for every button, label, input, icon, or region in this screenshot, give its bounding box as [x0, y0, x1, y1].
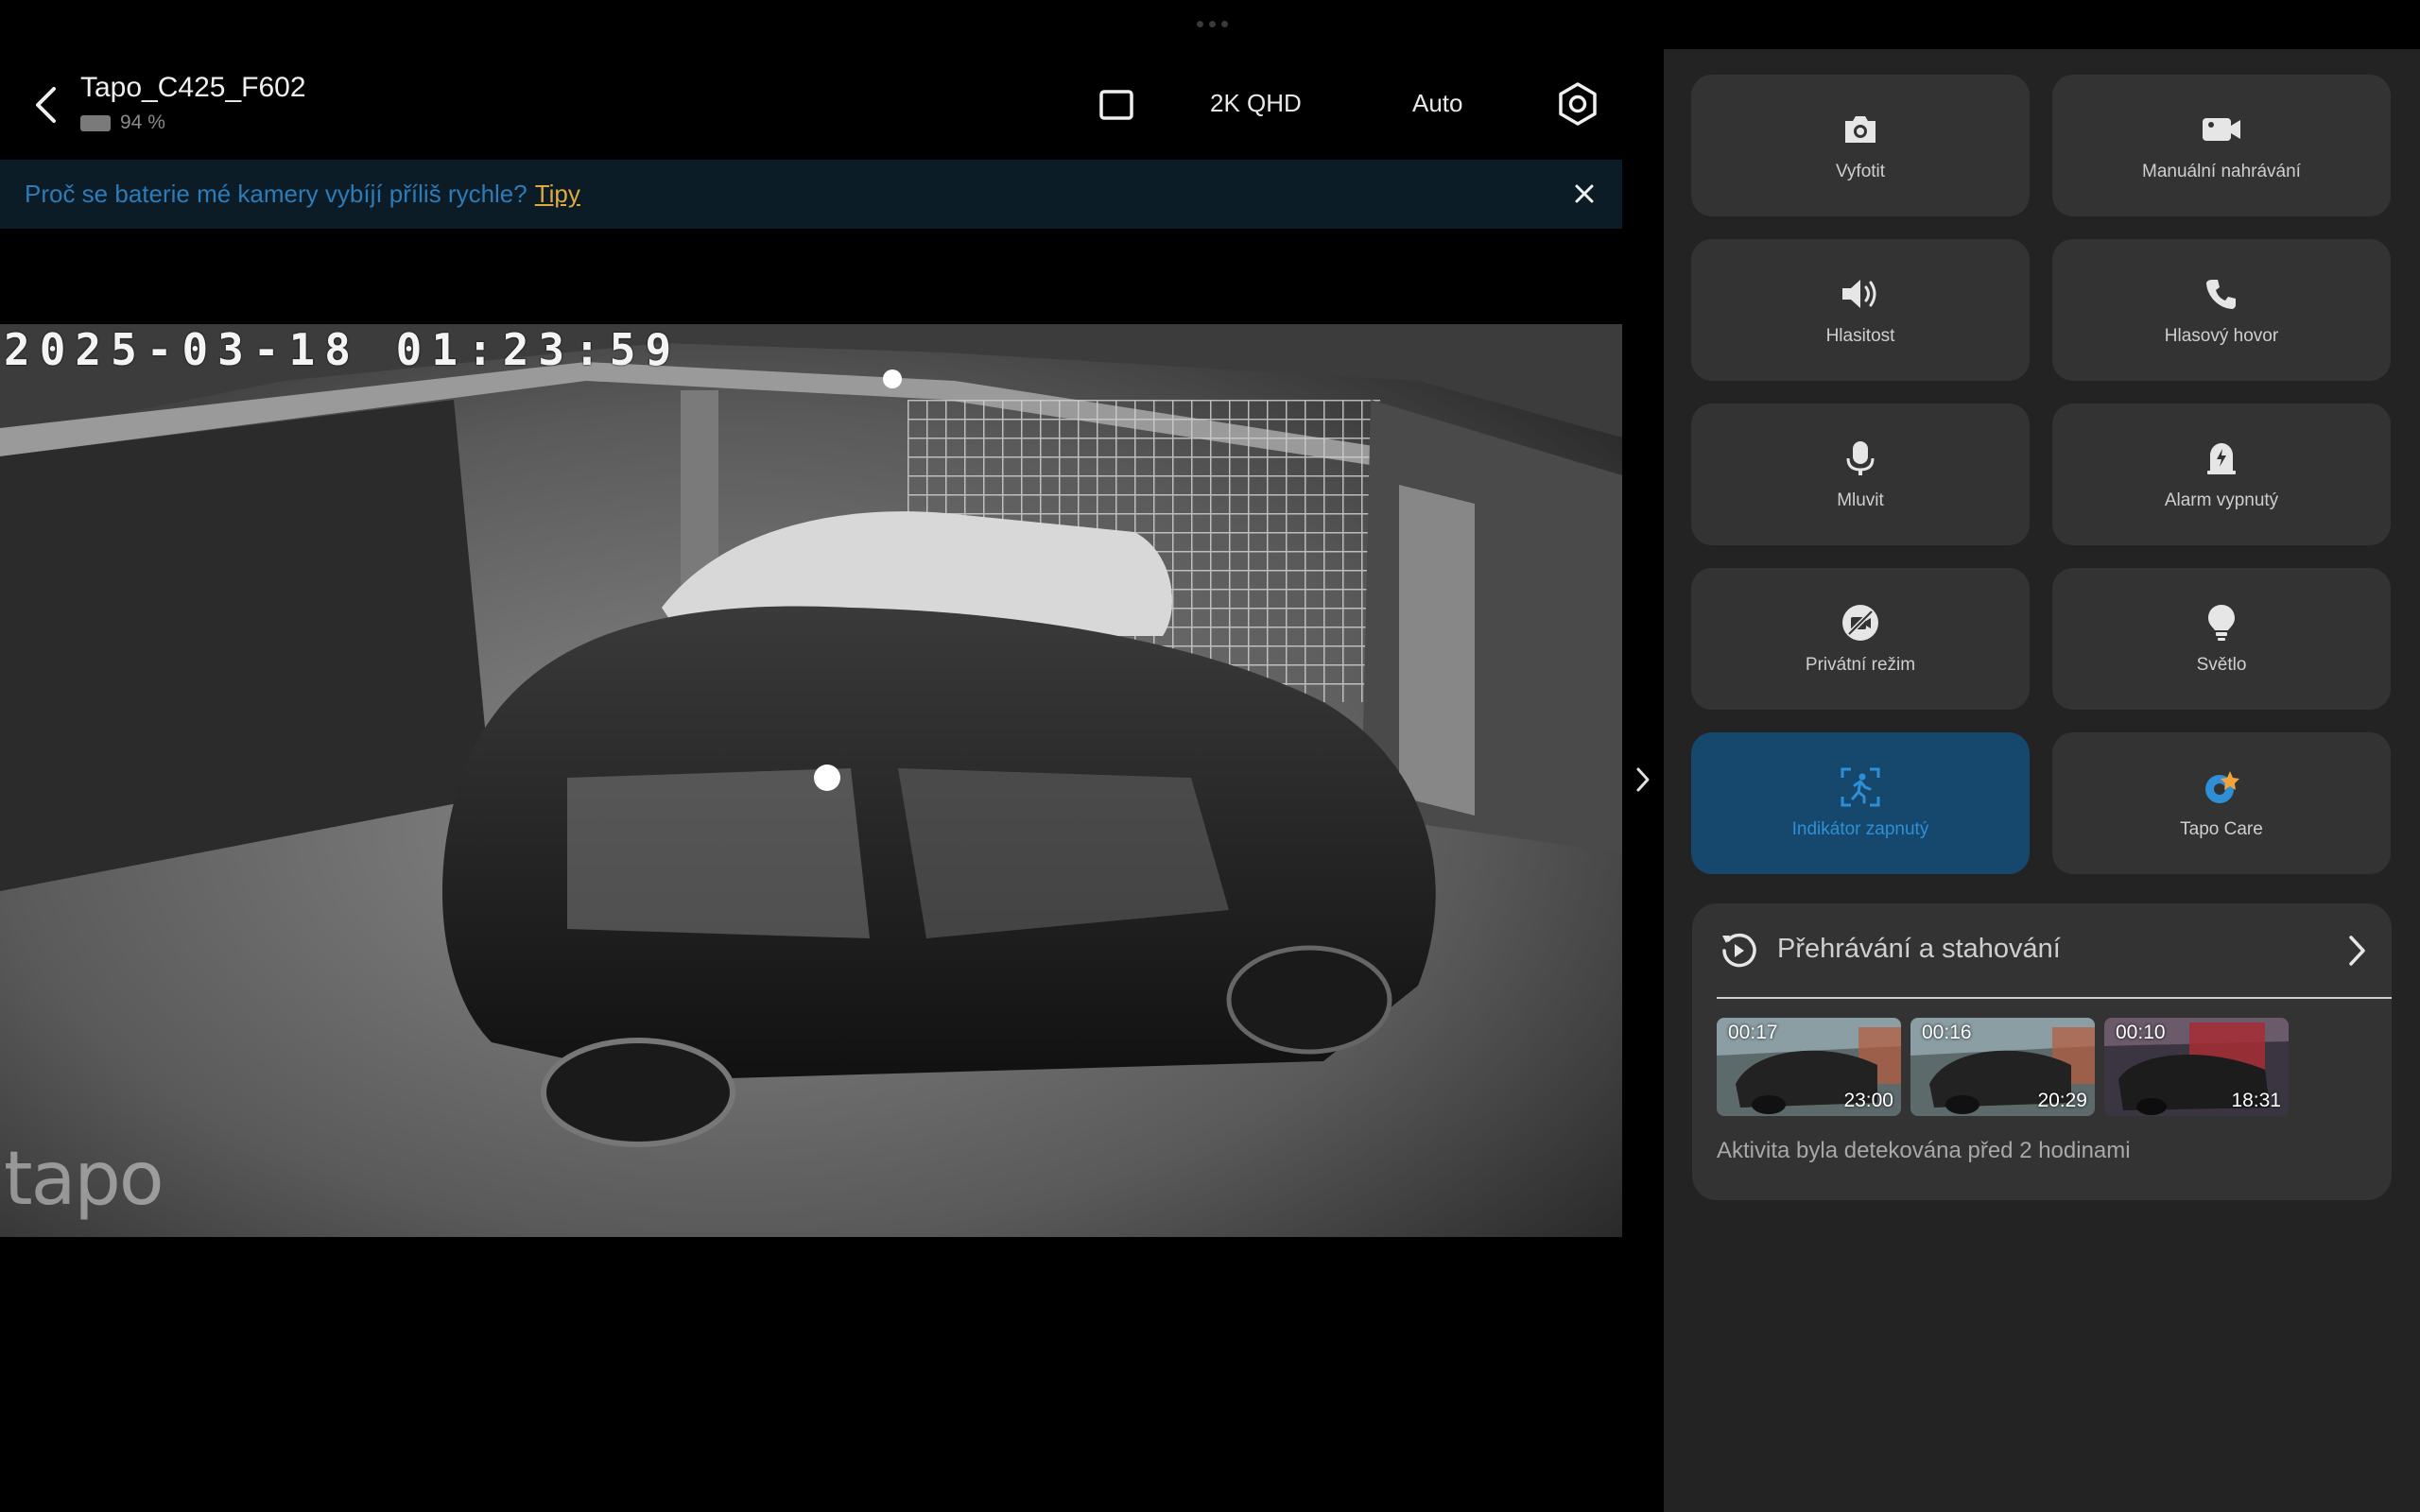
privacy-mode-label: Privátní režim: [1805, 655, 1916, 675]
indicator-label: Indikátor zapnutý: [1791, 819, 1929, 839]
battery-icon: [80, 114, 111, 131]
motion-indicator-icon: [1840, 766, 1881, 808]
snapshot-button[interactable]: Vyfotit: [1691, 75, 2030, 216]
playback-divider: [1717, 997, 2392, 999]
settings-button[interactable]: [1555, 81, 1600, 127]
close-icon[interactable]: [1571, 180, 1598, 207]
playback-title: Přehrávání a stahování: [1777, 934, 2061, 964]
clip-thumbnails: 00:17 23:00 00:16 20:29 00:10 18:31: [1717, 1018, 2289, 1116]
clip-time: 18:31: [2231, 1090, 2281, 1111]
alarm-icon: [2201, 438, 2242, 479]
video-record-icon: [2201, 109, 2242, 150]
alarm-label: Alarm vypnutý: [2164, 490, 2279, 510]
camera-name: Tapo_C425_F602: [80, 72, 306, 103]
battery-status: 94 %: [80, 112, 165, 134]
night-vision-scene: [0, 324, 1622, 1237]
tapo-care-label: Tapo Care: [2180, 819, 2263, 839]
back-button[interactable]: [25, 79, 66, 130]
quality-button[interactable]: 2K QHD: [1210, 89, 1302, 118]
tapo-watermark: tapo: [4, 1137, 164, 1222]
gear-icon: [1559, 82, 1597, 126]
clip-thumbnail[interactable]: 00:17 23:00: [1717, 1018, 1901, 1116]
talk-button[interactable]: Mluvit: [1691, 404, 2030, 545]
manual-record-label: Manuální nahrávání: [2142, 162, 2301, 181]
talk-label: Mluvit: [1837, 490, 1884, 510]
chevron-left-icon: [36, 87, 56, 123]
clip-time: 23:00: [1843, 1090, 1893, 1111]
banner-text: Proč se baterie mé kamery vybíjí příliš …: [25, 180, 527, 208]
snapshot-label: Vyfotit: [1835, 162, 1886, 181]
clip-duration: 00:16: [1922, 1022, 1972, 1043]
playback-header[interactable]: Přehrávání a stahování: [1692, 903, 2392, 998]
alarm-button[interactable]: Alarm vypnutý: [2052, 404, 2391, 545]
indicator-button[interactable]: Indikátor zapnutý: [1691, 732, 2030, 874]
voice-call-label: Hlasový hovor: [2164, 326, 2279, 346]
privacy-icon: [1840, 602, 1881, 644]
night-mode-button[interactable]: Auto: [1412, 89, 1463, 118]
privacy-mode-button[interactable]: Privátní režim: [1691, 568, 2030, 710]
battery-tip-banner: Proč se baterie mé kamery vybíjí příliš …: [0, 160, 1622, 229]
window-drag-handle[interactable]: [1193, 21, 1231, 30]
clip-duration: 00:17: [1728, 1022, 1778, 1043]
tapo-care-button[interactable]: Tapo Care: [2052, 732, 2391, 874]
clip-thumbnail[interactable]: 00:16 20:29: [1910, 1018, 2095, 1116]
clip-thumbnail[interactable]: 00:10 18:31: [2104, 1018, 2289, 1116]
panel-toggle-button[interactable]: [1624, 756, 1662, 803]
tips-link[interactable]: Tipy: [535, 180, 580, 209]
clip-duration: 00:10: [2116, 1022, 2166, 1043]
battery-level: 94 %: [120, 112, 165, 133]
bulb-icon: [2201, 602, 2242, 644]
speaker-icon: [1840, 273, 1881, 315]
playback-history-icon: [1722, 933, 1756, 968]
playback-card: Přehrávání a stahování 00:17 23:00 00:16…: [1692, 903, 2392, 1200]
volume-button[interactable]: Hlasitost: [1691, 239, 2030, 381]
light-button[interactable]: Světlo: [2052, 568, 2391, 710]
manual-record-button[interactable]: Manuální nahrávání: [2052, 75, 2391, 216]
volume-label: Hlasitost: [1825, 326, 1895, 346]
aspect-ratio-button[interactable]: [1098, 89, 1134, 121]
camera-icon: [1840, 109, 1881, 150]
video-timestamp: 2025-03-18 01:23:59: [4, 324, 682, 375]
tapo-care-icon: [2201, 766, 2242, 808]
phone-icon: [2201, 273, 2242, 315]
light-label: Světlo: [2196, 655, 2247, 675]
chevron-right-icon: [1636, 767, 1650, 792]
voice-call-button[interactable]: Hlasový hovor: [2052, 239, 2391, 381]
activity-status: Aktivita byla detekována před 2 hodinami: [1717, 1138, 2131, 1163]
fullscreen-frame-icon: [1099, 90, 1133, 120]
live-video-feed[interactable]: 2025-03-18 01:23:59 tapo: [0, 324, 1622, 1237]
clip-time: 20:29: [2037, 1090, 2087, 1111]
chevron-right-icon: [2349, 936, 2365, 966]
microphone-icon: [1840, 438, 1881, 479]
